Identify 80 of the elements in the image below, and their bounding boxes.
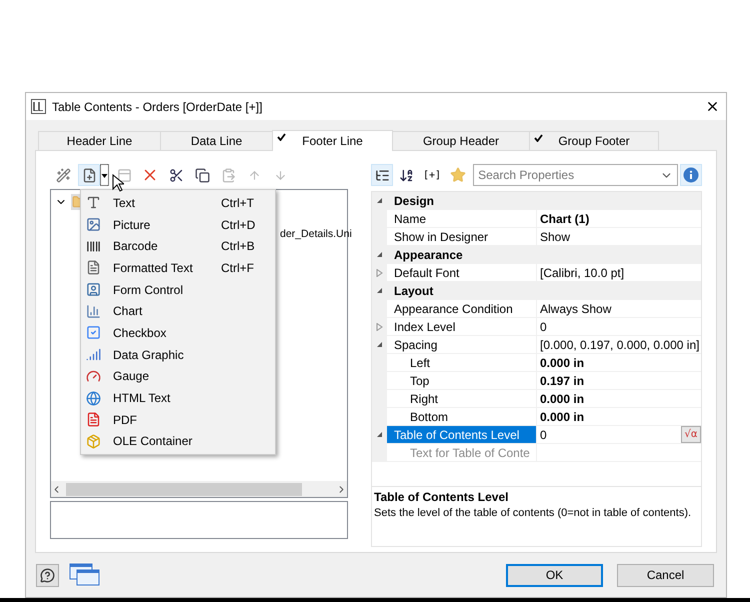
- property-label[interactable]: Appearance Condition: [387, 300, 537, 317]
- box-icon: [86, 434, 101, 449]
- property-label[interactable]: Show in Designer: [387, 228, 537, 245]
- search-field[interactable]: Search Properties: [473, 164, 678, 186]
- menu-item[interactable]: Barcode Ctrl+B: [81, 235, 275, 258]
- signal-bars-icon: [86, 347, 101, 362]
- description-text: Sets the level of the table of contents (0=not in table of contents).: [374, 507, 692, 519]
- menu-item[interactable]: Checkbox: [81, 322, 275, 344]
- tab[interactable]: Group Footer: [529, 131, 659, 150]
- property-value: 0.000 in: [540, 392, 584, 406]
- tab[interactable]: Footer Line: [272, 130, 393, 151]
- property-label[interactable]: Index Level: [387, 318, 537, 335]
- info-icon[interactable]: [680, 164, 702, 186]
- property-label[interactable]: Bottom: [387, 408, 537, 425]
- app-icon: [31, 99, 46, 114]
- collapse-icon[interactable]: [376, 287, 383, 294]
- tab[interactable]: Group Header: [392, 131, 530, 150]
- formula-button[interactable]: √α: [681, 426, 701, 443]
- cursor-icon: [112, 174, 124, 192]
- menu-item[interactable]: Data Graphic: [81, 344, 275, 366]
- property-value: Always Show: [540, 302, 612, 316]
- caret-icon[interactable]: [100, 164, 109, 186]
- property-label[interactable]: Name: [387, 210, 537, 227]
- menu-item[interactable]: Formatted Text Ctrl+F: [81, 257, 275, 279]
- check-icon: [277, 133, 286, 141]
- new-file-icon[interactable]: [78, 164, 100, 186]
- window-title: Table Contents - Orders [OrderDate [+]]: [52, 100, 264, 114]
- property-value: [0.000, 0.197, 0.000, 0.000 in]: [540, 338, 700, 352]
- menu-item[interactable]: Form Control: [81, 278, 275, 300]
- property-value: Chart (1): [540, 212, 590, 226]
- property-label[interactable]: Table of Contents Level: [387, 426, 537, 443]
- barcode-icon: [86, 238, 101, 254]
- property-value: 0.000 in: [540, 356, 584, 370]
- document-icon: [86, 260, 101, 276]
- help-button[interactable]: [36, 564, 59, 586]
- collapse-icon[interactable]: [376, 251, 383, 258]
- property-value: 0: [540, 428, 547, 442]
- collapse-icon[interactable]: [376, 431, 383, 438]
- globe-icon: [86, 390, 101, 406]
- ok-button[interactable]: OK: [506, 564, 603, 586]
- menu-item[interactable]: Chart: [81, 300, 275, 322]
- property-label[interactable]: Right: [387, 390, 537, 407]
- checkbox-icon: [86, 325, 101, 340]
- document-icon: [86, 412, 101, 428]
- categorized-icon[interactable]: [371, 164, 393, 186]
- collapse-icon[interactable]: [376, 341, 383, 348]
- menu-item[interactable]: HTML Text: [81, 387, 275, 409]
- horizontal-scrollbar[interactable]: [51, 481, 347, 497]
- menu-item[interactable]: PDF: [81, 408, 275, 431]
- tab[interactable]: Header Line: [38, 131, 161, 150]
- menu-item[interactable]: Gauge: [81, 366, 275, 388]
- property-label[interactable]: Spacing: [387, 336, 537, 353]
- menu-item[interactable]: Picture Ctrl+D: [81, 214, 275, 236]
- check-icon: [534, 134, 543, 142]
- category-label: Appearance: [393, 246, 464, 263]
- user-icon: [86, 282, 101, 298]
- description-title: Table of Contents Level: [374, 490, 510, 504]
- category-label: Design: [393, 192, 436, 209]
- category-label: Layout: [393, 282, 434, 299]
- property-label[interactable]: Default Font: [387, 264, 537, 281]
- close-icon[interactable]: [705, 99, 720, 114]
- windows-icon[interactable]: [69, 563, 101, 587]
- property-value: 0: [540, 320, 547, 334]
- tree-item[interactable]: der_Details.Uni: [280, 227, 352, 241]
- property-label[interactable]: Top: [387, 372, 537, 389]
- bar-chart-icon: [86, 304, 101, 319]
- menu-item[interactable]: OLE Container: [81, 430, 275, 452]
- property-label[interactable]: Left: [387, 354, 537, 371]
- help-icon: [40, 568, 55, 582]
- property-value: 0.000 in: [540, 410, 584, 424]
- cancel-button[interactable]: Cancel: [617, 564, 714, 586]
- picture-icon: [86, 217, 101, 232]
- collapse-icon[interactable]: [376, 197, 383, 204]
- property-value: Show: [540, 230, 570, 244]
- property-value: 0.197 in: [540, 374, 584, 388]
- gauge-icon: [86, 368, 101, 384]
- text-icon: [86, 195, 101, 210]
- property-value: [Calibri, 10.0 pt]: [540, 266, 624, 280]
- expand-button[interactable]: [+]: [419, 170, 446, 180]
- menu-item[interactable]: Text Ctrl+T: [81, 192, 275, 214]
